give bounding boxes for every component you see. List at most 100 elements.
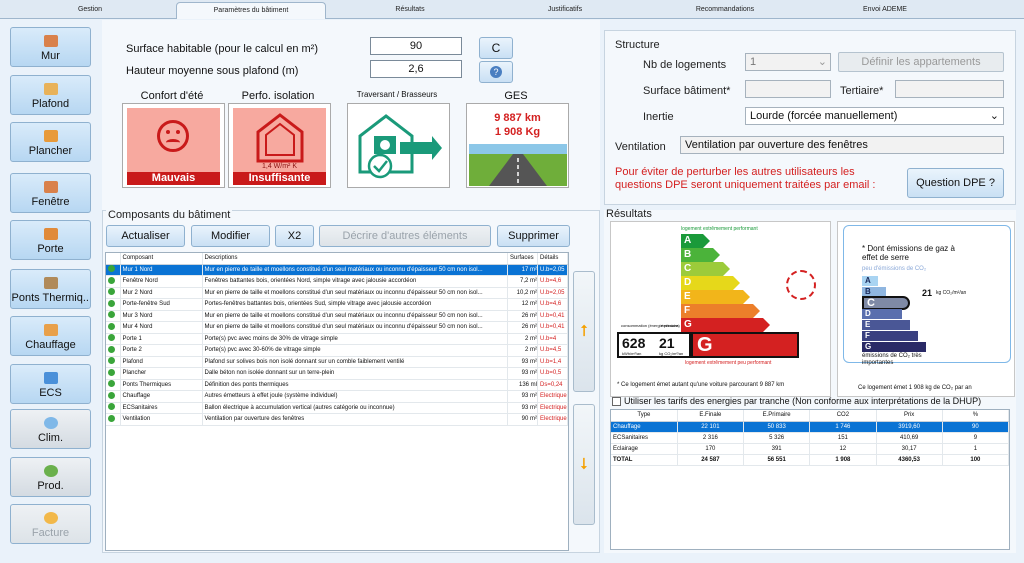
nav-fenetre-button[interactable]: Fenêtre (10, 173, 91, 213)
column-header[interactable]: E.Finale (677, 410, 745, 422)
table-row[interactable]: Ventilation Ventilation par ouverture des… (106, 413, 568, 426)
modifier-button[interactable]: Modifier (191, 225, 270, 247)
definir-appartements-button[interactable]: Définir les appartements (838, 52, 1004, 72)
table-row[interactable]: Porte-fenêtre Sud Portes-fenêtres battant… (106, 298, 568, 311)
tab-parametres[interactable]: Paramètres du bâtiment (176, 2, 326, 19)
tarif-checkbox[interactable] (612, 397, 621, 406)
move-up-button[interactable]: ⭡ (573, 271, 595, 392)
nav-plafond-button[interactable]: Plafond (10, 75, 91, 115)
table-cell: 9 (942, 432, 1010, 444)
nav-porte-button[interactable]: Porte (10, 220, 91, 260)
nb-logements-select[interactable]: 1 ⌄ (745, 53, 831, 71)
table-cell: Fenêtres battantes bois, orientées Nord,… (202, 275, 508, 288)
check-icon (108, 414, 115, 422)
table-row[interactable]: Eclairage 170 391 12 30,17 1 (611, 443, 1010, 455)
table-cell: U.b=0,41 (537, 310, 568, 322)
table-row[interactable]: Porte 2 Porte(s) pvc avec 30-60% de vitra… (106, 344, 568, 357)
dpe-class-badge: G (691, 332, 799, 358)
ges-value: 21 (922, 288, 933, 298)
table-cell: Porte(s) pvc avec 30-60% de vitrage simp… (202, 344, 508, 357)
table-cell: U.b=4 (537, 333, 568, 345)
heating-icon (43, 324, 58, 336)
nav-ponts-thermiques-button[interactable]: Ponts Thermiq... (10, 269, 91, 309)
table-row[interactable]: TOTAL 24 587 56 551 1 908 4360,53 100 (611, 454, 1010, 466)
table-cell: 2 316 (677, 432, 745, 444)
composants-panel: Composants du bâtiment Actualiser Modifi… (102, 209, 600, 553)
column-header[interactable]: E.Primaire (743, 410, 811, 422)
table-row[interactable]: Porte 1 Porte(s) pvc avec moins de 30% de… (106, 333, 568, 345)
column-header[interactable]: % (942, 410, 1010, 422)
table-row[interactable]: Plancher Dalle béton non isolée donnant s… (106, 367, 568, 380)
table-cell: 1 746 (809, 421, 877, 433)
chevron-down-icon: ⌄ (989, 110, 999, 122)
table-row[interactable]: Mur 3 Nord Mur en pierre de taille et moe… (106, 310, 568, 322)
c-button[interactable]: C (479, 37, 513, 59)
table-row[interactable]: Mur 1 Nord Mur en pierre de taille et moe… (106, 264, 568, 276)
table-cell: Définition des ponts thermiques (202, 379, 508, 391)
table-row[interactable]: Mur 2 Nord Mur en pierre de taille et moe… (106, 287, 568, 299)
table-cell: Ventilation par ouverture des fenêtres (202, 413, 508, 426)
left-nav: Mur Plafond Plancher Fenêtre Porte Ponts… (0, 20, 100, 563)
surface-input[interactable]: 90 (370, 37, 462, 55)
table-cell: Mur 1 Nord (120, 264, 203, 276)
inertie-select[interactable]: Lourde (forcée manuellement) ⌄ (745, 107, 1004, 125)
nav-chauffage-button[interactable]: Chauffage (10, 316, 91, 356)
ventilation-value: Ventilation par ouverture des fenêtres (680, 136, 1004, 154)
nav-prod-button[interactable]: Prod. (10, 457, 91, 497)
column-header[interactable]: Descriptions (202, 253, 508, 265)
table-cell: Mur 4 Nord (120, 321, 203, 334)
nav-mur-button[interactable]: Mur (10, 27, 91, 67)
tab-gestion[interactable]: Gestion (45, 2, 135, 19)
table-row[interactable]: Mur 4 Nord Mur en pierre de taille et moe… (106, 321, 568, 334)
column-header[interactable]: Prix (876, 410, 943, 422)
ges-class-bar: D (862, 309, 902, 319)
actualiser-button[interactable]: Actualiser (106, 225, 185, 247)
surface-batiment-input[interactable] (745, 80, 831, 98)
table-cell: U.b=4,6 (537, 298, 568, 311)
surface-label: Surface habitable (pour le calcul en m²) (126, 43, 318, 55)
table-cell: 410,69 (876, 432, 943, 444)
table-row[interactable]: Chauffage Autres émetteurs à effet joule … (106, 390, 568, 403)
row-status-cell (106, 402, 121, 414)
column-header[interactable]: Surfaces (507, 253, 538, 265)
nav-ecs-button[interactable]: ECS (10, 364, 91, 404)
ges-kg: 1 908 Kg (494, 126, 541, 138)
column-header[interactable]: Détails (537, 253, 568, 265)
tab-envoi-ademe[interactable]: Envoi ADEME (820, 2, 950, 19)
supprimer-button[interactable]: Supprimer (497, 225, 570, 247)
table-cell: 93 m² (507, 390, 538, 403)
table-cell: U.b=0,5 (537, 367, 568, 380)
tab-resultats[interactable]: Résultats (345, 2, 475, 19)
tab-justificatifs[interactable]: Justificatifs (500, 2, 630, 19)
nav-facture-button[interactable]: Facture (10, 504, 91, 544)
question-dpe-button[interactable]: Question DPE ? (907, 168, 1004, 198)
move-down-button[interactable]: ⭣ (573, 404, 595, 525)
table-row[interactable]: ECSanitaires Ballon électrique à accumula… (106, 402, 568, 414)
info-button[interactable]: ? (479, 61, 513, 83)
tertiaire-input[interactable] (895, 80, 1004, 98)
nav-plancher-button[interactable]: Plancher (10, 122, 91, 162)
table-row[interactable]: Plafond Plafond sur solives bois non isol… (106, 356, 568, 368)
nav-clim-button[interactable]: Clim. (10, 409, 91, 449)
table-cell: Ballon électrique à accumulation vertica… (202, 402, 508, 414)
hauteur-input[interactable]: 2,6 (370, 60, 462, 78)
table-cell: Eclairage (611, 443, 678, 455)
table-row[interactable]: Chauffage 22 101 50 833 1 746 3919,60 90 (611, 421, 1010, 433)
table-row[interactable]: Ponts Thermiques Définition des ponts the… (106, 379, 568, 391)
column-header[interactable]: Composant (120, 253, 203, 265)
table-row[interactable]: ECSanitaires 2 316 5 326 151 410,69 9 (611, 432, 1010, 444)
table-cell: Dalle béton non isolée donnant sur un te… (202, 367, 508, 380)
x2-button[interactable]: X2 (275, 225, 314, 247)
ceiling-icon (43, 83, 58, 95)
check-icon (108, 322, 115, 330)
table-cell: 12 m² (507, 298, 538, 311)
column-header[interactable] (106, 253, 121, 265)
dpe-class-bar: F (681, 304, 760, 318)
column-header[interactable]: Type (611, 410, 678, 422)
inertie-label: Inertie (643, 111, 674, 123)
column-header[interactable]: CO2 (809, 410, 877, 422)
decrire-button[interactable]: Décrire d'autres éléments (319, 225, 491, 247)
tab-recommandations[interactable]: Recommandations (660, 2, 790, 19)
nb-logements-label: Nb de logements (643, 59, 727, 71)
table-row[interactable]: Fenêtre Nord Fenêtres battantes bois, ori… (106, 275, 568, 288)
